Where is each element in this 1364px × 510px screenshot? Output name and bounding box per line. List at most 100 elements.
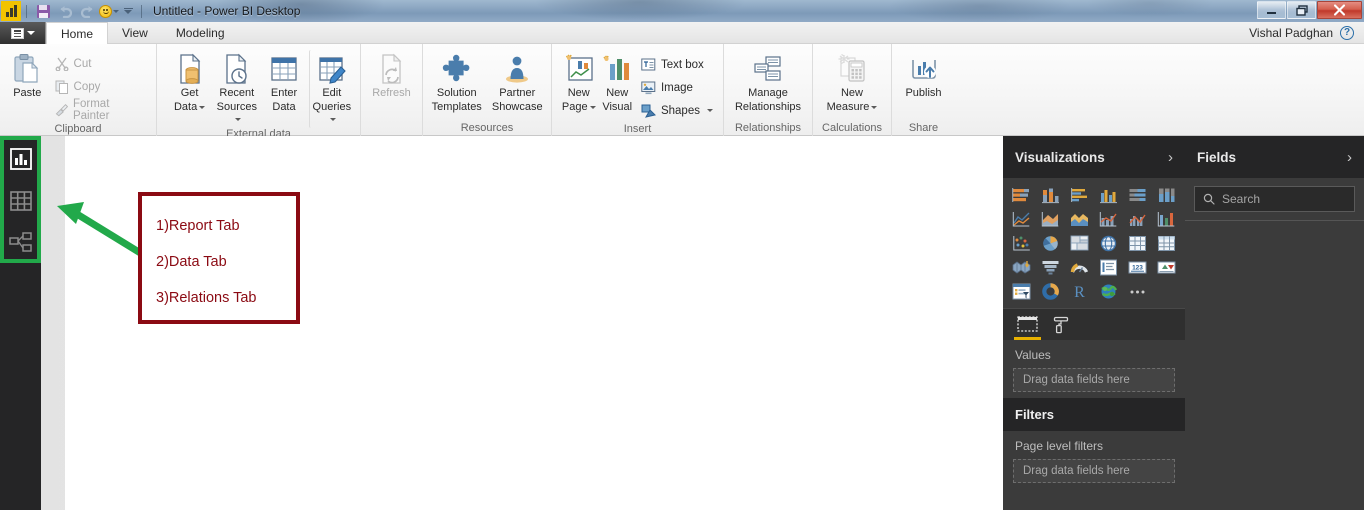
enter-data-button[interactable]: Enter Data [261, 50, 306, 116]
r-script-visual-icon[interactable]: R [1066, 280, 1094, 302]
values-dropzone[interactable]: Drag data fields here [1013, 368, 1175, 392]
recent-sources-label-line2: Sources [217, 101, 257, 113]
scatter-chart-icon[interactable] [1008, 232, 1036, 254]
filters-title: Filters [1003, 398, 1185, 431]
enter-data-label-line2: Data [272, 101, 295, 113]
smiley-feedback-icon[interactable] [98, 1, 120, 21]
minimize-icon[interactable] [1257, 1, 1286, 19]
area-chart-icon[interactable] [1037, 208, 1065, 230]
tab-modeling[interactable]: Modeling [162, 22, 239, 44]
sidebar-item-report[interactable] [0, 138, 41, 180]
divider [141, 5, 142, 18]
clustered-column-chart-icon[interactable] [1095, 184, 1123, 206]
page-level-filters-label: Page level filters [1003, 431, 1185, 457]
publish-button[interactable]: Publish [898, 50, 949, 102]
refresh-button[interactable]: Refresh [367, 50, 416, 102]
format-painter-button[interactable]: Format Painter [51, 98, 150, 121]
more-options-icon[interactable] [1123, 280, 1151, 302]
account-area: Vishal Padghan ? [1249, 22, 1364, 43]
close-icon[interactable] [1317, 1, 1362, 19]
100-stacked-bar-chart-icon[interactable] [1123, 184, 1151, 206]
cut-button[interactable]: Cut [51, 52, 150, 75]
image-button[interactable]: Image [637, 76, 717, 99]
format-tab[interactable] [1052, 309, 1070, 341]
sidebar-item-data[interactable] [0, 180, 41, 222]
copy-label: Copy [74, 81, 101, 93]
slicer-icon[interactable] [1008, 280, 1036, 302]
line-chart-icon[interactable] [1008, 208, 1036, 230]
stacked-bar-chart-icon[interactable] [1008, 184, 1036, 206]
100-stacked-column-chart-icon[interactable] [1152, 184, 1180, 206]
matrix-icon[interactable] [1123, 232, 1151, 254]
get-data-button[interactable]: Get Data [167, 50, 212, 116]
arcgis-map-icon[interactable] [1095, 280, 1123, 302]
user-name: Vishal Padghan [1249, 26, 1333, 40]
card-icon[interactable]: 123 [1123, 256, 1151, 278]
line-and-clustered-column-chart-icon[interactable] [1123, 208, 1151, 230]
file-menu-icon[interactable] [0, 22, 46, 44]
map-icon[interactable] [1095, 232, 1123, 254]
puzzle-piece-icon [442, 53, 472, 85]
image-icon [641, 81, 656, 95]
copy-button[interactable]: Copy [51, 75, 150, 98]
quick-access-toolbar [0, 0, 147, 22]
new-page-button[interactable]: New Page [560, 50, 597, 116]
search-input[interactable]: Search [1194, 186, 1355, 212]
redo-icon[interactable] [76, 1, 98, 21]
manage-relationships-button[interactable]: Manage Relationships [730, 50, 806, 116]
chevron-right-icon[interactable]: › [1347, 150, 1352, 165]
divider [26, 5, 27, 18]
text-box-icon [641, 58, 656, 72]
help-icon[interactable]: ? [1340, 26, 1354, 40]
values-label: Values [1003, 340, 1185, 366]
undo-icon[interactable] [54, 1, 76, 21]
treemap-icon[interactable] [1066, 232, 1094, 254]
paste-button[interactable]: Paste [6, 50, 49, 102]
shapes-button[interactable]: Shapes [637, 99, 717, 122]
group-label-share: Share [892, 119, 955, 136]
ribbon-chart-icon[interactable] [1152, 208, 1180, 230]
get-data-label-line1: Get [181, 87, 199, 99]
multi-row-card-icon[interactable] [1095, 256, 1123, 278]
stacked-column-chart-icon[interactable] [1037, 184, 1065, 206]
fields-panel: Fields › Search [1185, 136, 1364, 510]
fields-pane-icon [1017, 316, 1038, 333]
restore-icon[interactable] [1287, 1, 1316, 19]
text-box-button[interactable]: Text box [637, 53, 717, 76]
edit-queries-button[interactable]: Edit Queries [309, 50, 354, 128]
new-page-label-line2: Page [562, 101, 588, 113]
ribbon-group-external-data: Get Data Recent Sources [156, 44, 360, 136]
shapes-icon [641, 104, 656, 118]
edit-queries-label-line2: Queries [313, 101, 352, 113]
line-and-stacked-column-chart-icon[interactable] [1095, 208, 1123, 230]
solution-templates-button[interactable]: Solution Templates [429, 50, 485, 116]
manage-relationships-icon [753, 53, 783, 85]
new-measure-button[interactable]: New Measure [824, 50, 880, 116]
partner-showcase-label-line1: Partner [499, 87, 535, 99]
new-visual-button[interactable]: New Visual [598, 50, 635, 116]
clustered-bar-chart-icon[interactable] [1066, 184, 1094, 206]
filters-dropzone[interactable]: Drag data fields here [1013, 459, 1175, 483]
funnel-icon[interactable] [1037, 256, 1065, 278]
stacked-area-chart-icon[interactable] [1066, 208, 1094, 230]
ribbon-group-relationships: Manage Relationships Relationships [723, 44, 812, 136]
tab-home[interactable]: Home [46, 22, 108, 45]
gauge-icon[interactable] [1066, 256, 1094, 278]
donut-chart-icon[interactable] [1037, 280, 1065, 302]
tab-view[interactable]: View [108, 22, 162, 44]
window-controls [1257, 1, 1362, 19]
table-icon[interactable] [1152, 232, 1180, 254]
pie-chart-icon[interactable] [1037, 232, 1065, 254]
chevron-right-icon[interactable]: › [1168, 150, 1173, 165]
kpi-icon[interactable] [1152, 256, 1180, 278]
group-label-refresh [361, 119, 422, 136]
customize-qat-icon[interactable] [120, 1, 136, 21]
sidebar-item-relationships[interactable] [0, 222, 41, 264]
recent-sources-button[interactable]: Recent Sources [214, 50, 259, 128]
save-icon[interactable] [32, 1, 54, 21]
filled-map-icon[interactable] [1008, 256, 1036, 278]
partner-showcase-button[interactable]: Partner Showcase [490, 50, 546, 116]
ribbon-group-calculations: New Measure Calculations [812, 44, 891, 136]
fields-tab[interactable] [1017, 309, 1038, 341]
paint-brush-icon [55, 103, 68, 117]
